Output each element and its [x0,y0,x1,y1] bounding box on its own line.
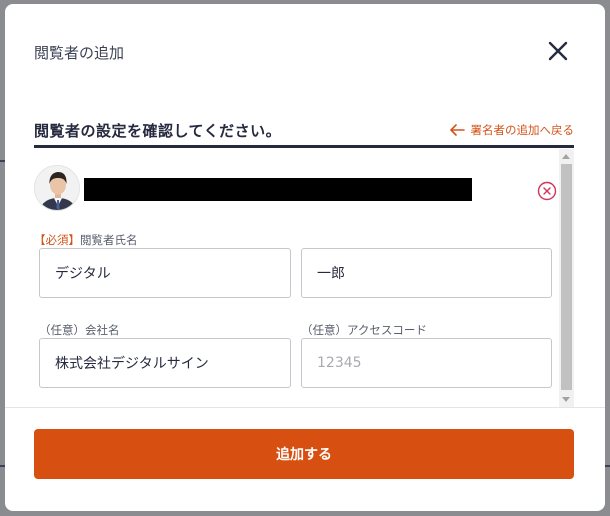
company-label: （任意）会社名 [39,323,120,337]
first-name-input[interactable] [301,248,552,298]
access-code-label: （任意）アクセスコード [301,323,427,337]
scroll-down-arrow-icon[interactable] [562,397,570,402]
close-icon [548,41,568,61]
backdrop-line [605,465,610,467]
avatar [34,165,80,211]
vertical-scrollbar[interactable] [559,149,574,407]
last-name-input[interactable] [39,248,291,298]
remove-viewer-button[interactable] [537,181,557,201]
back-link-label: 署名者の追加へ戻る [470,123,575,137]
circle-x-icon [537,181,557,201]
close-button[interactable] [545,38,571,64]
back-to-signers-link[interactable]: 署名者の追加へ戻る [449,122,575,138]
name-label-text: 閲覧者氏名 [80,233,138,247]
add-viewer-submit-button[interactable]: 追加する [34,429,574,479]
company-input[interactable] [39,338,291,388]
section-header: 閲覧者の設定を確認してください。 署名者の追加へ戻る [34,116,574,148]
scrollbar-thumb[interactable] [561,164,572,390]
footer-divider [5,407,605,408]
scroll-up-arrow-icon[interactable] [562,154,570,159]
section-title: 閲覧者の設定を確認してください。 [34,122,282,140]
viewer-email-redacted [84,178,472,201]
access-code-input[interactable] [301,338,552,388]
add-viewer-modal: 閲覧者の追加 閲覧者の設定を確認してください。 署名者の追加へ戻る 【必須】閲覧… [5,4,605,511]
required-tag: 【必須】 [34,233,80,247]
arrow-left-icon [449,124,465,136]
viewer-form-scroll-area[interactable]: 【必須】閲覧者氏名 （任意）会社名 （任意）アクセスコード [34,149,574,407]
viewer-name-label: 【必須】閲覧者氏名 [34,232,138,248]
modal-title: 閲覧者の追加 [34,44,125,62]
